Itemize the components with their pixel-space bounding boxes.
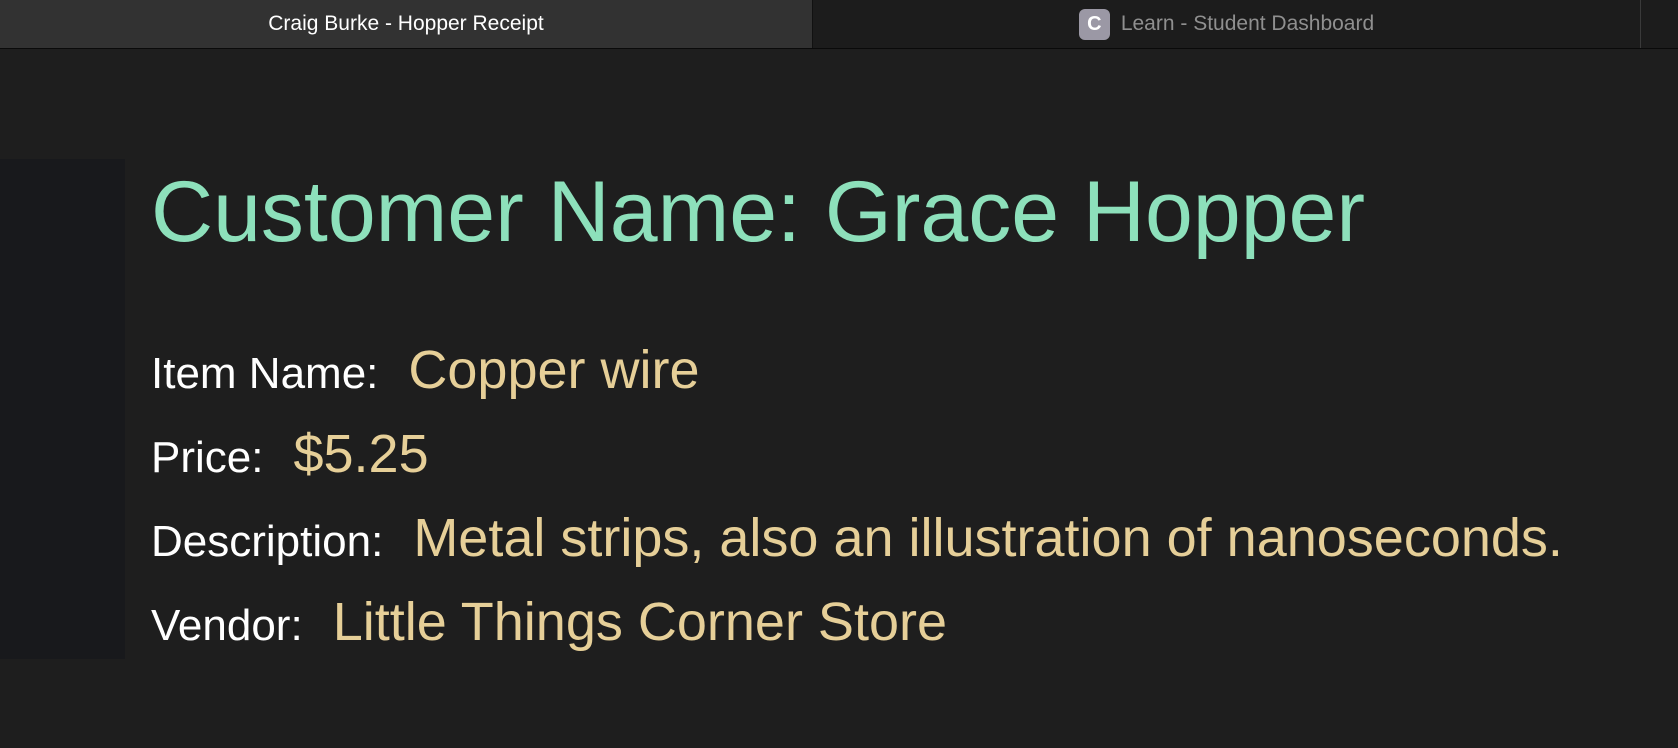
vendor-label: Vendor: bbox=[151, 601, 303, 650]
price-row: Price: $5.25 bbox=[151, 423, 429, 485]
item-name-value: Copper wire bbox=[408, 340, 700, 400]
description-value: Metal strips, also an illustration of na… bbox=[413, 508, 1563, 568]
side-panel bbox=[0, 159, 125, 659]
page-content: Customer Name: Grace Hopper Item Name: C… bbox=[0, 49, 1678, 748]
description-label: Description: bbox=[151, 517, 384, 566]
item-name-row: Item Name: Copper wire bbox=[151, 339, 700, 401]
customer-name-heading: Customer Name: Grace Hopper bbox=[151, 164, 1365, 260]
item-name-label: Item Name: bbox=[151, 349, 379, 398]
tab-hopper-receipt[interactable]: Craig Burke - Hopper Receipt bbox=[0, 0, 813, 48]
browser-tab-bar: Craig Burke - Hopper Receipt C Learn - S… bbox=[0, 0, 1678, 49]
price-label: Price: bbox=[151, 433, 264, 482]
price-value: $5.25 bbox=[293, 424, 429, 484]
description-row: Description: Metal strips, also an illus… bbox=[151, 507, 1563, 569]
learn-favicon-icon: C bbox=[1078, 8, 1110, 40]
vendor-value: Little Things Corner Store bbox=[332, 592, 947, 652]
tab-student-dashboard[interactable]: C Learn - Student Dashboard bbox=[813, 0, 1641, 48]
tab-title: Learn - Student Dashboard bbox=[1120, 12, 1375, 35]
tab-title: Craig Burke - Hopper Receipt bbox=[268, 12, 544, 35]
vendor-row: Vendor: Little Things Corner Store bbox=[151, 591, 947, 653]
tab-bar-empty-area bbox=[1641, 0, 1678, 48]
